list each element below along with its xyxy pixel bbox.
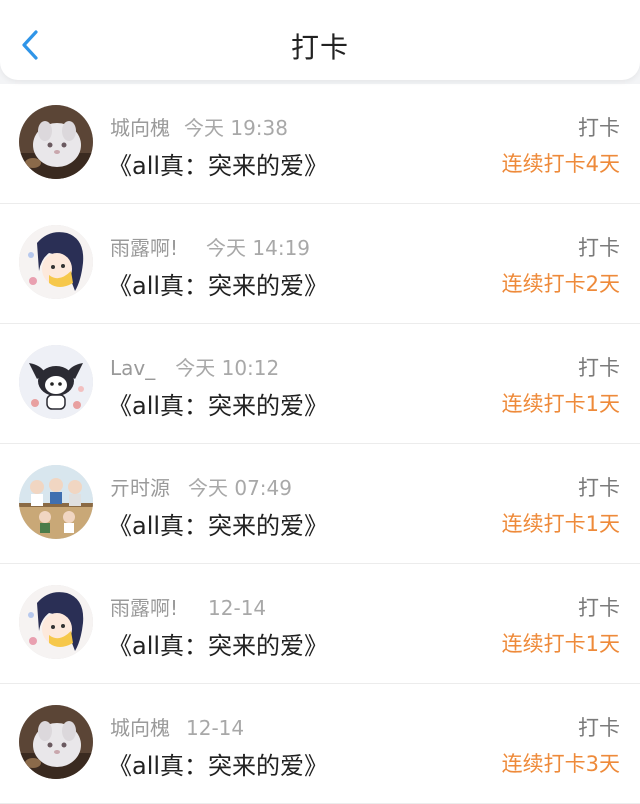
entry-meta: 亓时源 今天 07:49 <box>110 472 292 501</box>
streak-badge: 连续打卡1天 <box>501 632 620 656</box>
list-item[interactable]: 雨露啊! 12-14 《all真：突来的爱》 打卡 连续打卡1天 <box>0 564 640 684</box>
user-name[interactable]: Lav_ <box>110 356 155 380</box>
user-name[interactable]: 城向槐 <box>110 116 170 140</box>
checkin-action[interactable]: 打卡 <box>578 112 620 142</box>
list-item[interactable]: 雨露啊! 今天 14:19 《all真：突来的爱》 打卡 连续打卡2天 <box>0 204 640 324</box>
entry-meta: 城向槐 今天 19:38 <box>110 112 288 141</box>
user-name[interactable]: 雨露啊! <box>110 596 178 620</box>
timestamp: 今天 14:19 <box>206 236 311 260</box>
timestamp: 今天 10:12 <box>175 356 280 380</box>
timestamp: 12-14 <box>208 596 267 620</box>
user-name[interactable]: 城向槐 <box>110 716 170 740</box>
book-title[interactable]: 《all真：突来的爱》 <box>108 506 328 541</box>
user-name[interactable]: 雨露啊! <box>110 236 178 260</box>
streak-badge: 连续打卡4天 <box>501 152 620 176</box>
checkin-action[interactable]: 打卡 <box>578 232 620 262</box>
page-title: 打卡 <box>290 31 349 64</box>
timestamp: 今天 07:49 <box>188 476 292 500</box>
timestamp: 12-14 <box>186 716 245 740</box>
list-item[interactable]: 城向槐 今天 19:38 《all真：突来的爱》 打卡 连续打卡4天 <box>0 84 640 204</box>
cat-photo-avatar[interactable] <box>19 705 93 779</box>
timestamp: 今天 19:38 <box>184 116 288 140</box>
entry-meta: Lav_ 今天 10:12 <box>110 352 279 381</box>
top-bar: 打卡 <box>0 0 640 80</box>
entry-meta: 雨露啊! 今天 14:19 <box>110 232 310 261</box>
book-title[interactable]: 《all真：突来的爱》 <box>108 266 328 301</box>
cat-photo-avatar[interactable] <box>19 105 93 179</box>
checkin-action[interactable]: 打卡 <box>578 472 620 502</box>
anime-girl-avatar[interactable] <box>19 585 93 659</box>
book-title[interactable]: 《all真：突来的爱》 <box>108 626 328 661</box>
list-item[interactable]: 亓时源 今天 07:49 《all真：突来的爱》 打卡 连续打卡1天 <box>0 444 640 564</box>
user-name[interactable]: 亓时源 <box>110 476 170 500</box>
streak-badge: 连续打卡3天 <box>501 752 620 776</box>
checkin-action[interactable]: 打卡 <box>578 352 620 382</box>
checkin-list: 城向槐 今天 19:38 《all真：突来的爱》 打卡 连续打卡4天 雨露啊! 今天… <box>0 84 640 804</box>
streak-badge: 连续打卡1天 <box>501 512 620 536</box>
checkin-action[interactable]: 打卡 <box>578 712 620 742</box>
book-title[interactable]: 《all真：突来的爱》 <box>108 386 328 421</box>
anime-girl-avatar[interactable] <box>19 225 93 299</box>
book-title[interactable]: 《all真：突来的爱》 <box>108 146 328 181</box>
cartoon-group-avatar[interactable] <box>19 465 93 539</box>
kuromi-avatar[interactable] <box>19 345 93 419</box>
streak-badge: 连续打卡1天 <box>501 392 620 416</box>
entry-meta: 城向槐 12-14 <box>110 712 244 741</box>
book-title[interactable]: 《all真：突来的爱》 <box>108 746 328 781</box>
checkin-action[interactable]: 打卡 <box>578 592 620 622</box>
list-item[interactable]: Lav_ 今天 10:12 《all真：突来的爱》 打卡 连续打卡1天 <box>0 324 640 444</box>
streak-badge: 连续打卡2天 <box>501 272 620 296</box>
list-item[interactable]: 城向槐 12-14 《all真：突来的爱》 打卡 连续打卡3天 <box>0 684 640 804</box>
entry-meta: 雨露啊! 12-14 <box>110 592 266 621</box>
